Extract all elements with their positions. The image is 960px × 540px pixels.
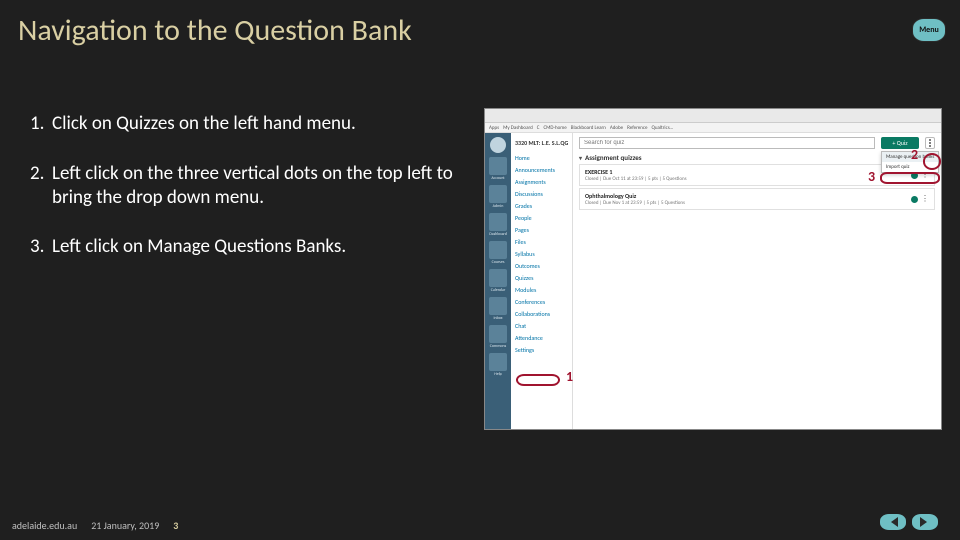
menu-button[interactable]: Menu — [912, 18, 946, 42]
bookmark-item: Apps — [489, 125, 499, 131]
prev-arrow-icon[interactable] — [880, 514, 906, 530]
step-number: 3. — [30, 235, 52, 259]
global-nav-rail: Account Admin Dashboard Courses Calendar… — [485, 133, 511, 429]
rail-label: Account — [491, 177, 504, 181]
quiz-meta: Closed | Due Oct 11 at 23:59 | 5 pts | 5… — [585, 176, 687, 182]
course-nav-item[interactable]: Grades — [515, 201, 568, 211]
course-nav: 3320 MLT: L.E. S.L.QG3 Home Announcement… — [511, 133, 573, 429]
quiz-title: EXERCISE 1 — [585, 168, 687, 176]
kebab-dropdown: Manage question banks Import quiz — [881, 151, 939, 173]
rail-label: Commons — [490, 345, 506, 349]
step-number: 2. — [30, 162, 52, 210]
rail-label: Help — [494, 373, 502, 377]
slide-nav — [880, 514, 938, 530]
step-number: 1. — [30, 112, 52, 136]
dropdown-item[interactable]: Import quiz — [882, 162, 938, 172]
rail-label: Inbox — [494, 317, 503, 321]
rail-icon — [489, 157, 507, 175]
instruction-list: 1. Click on Quizzes on the left hand men… — [30, 112, 470, 285]
quiz-section-title: Assignment quizzes — [585, 153, 642, 162]
bookmark-item: My Dashboard — [503, 125, 533, 131]
rail-label: Dashboard — [489, 233, 507, 237]
slide-footer: adelaide.edu.au 21 January, 2019 3 — [12, 519, 178, 532]
rail-label: Courses — [492, 261, 505, 265]
course-nav-item[interactable]: Home — [515, 153, 568, 163]
rail-icon — [489, 185, 507, 203]
course-nav-item[interactable]: Chat — [515, 321, 568, 331]
course-code: 3320 MLT: L.E. S.L.QG3 — [515, 139, 568, 147]
quiz-meta: Closed | Due Nov 1 at 23:59 | 5 pts | 5 … — [585, 200, 685, 206]
rail-icon — [489, 353, 507, 371]
footer-page-number: 3 — [173, 519, 178, 532]
bookmark-bar: Apps My Dashboard C CMD-home Blackboard … — [485, 123, 941, 133]
instruction-step: 2. Left click on the three vertical dots… — [30, 162, 470, 210]
course-nav-item-quizzes[interactable]: Quizzes — [515, 273, 568, 283]
avatar — [490, 137, 506, 153]
course-nav-item[interactable]: Announcements — [515, 165, 568, 175]
bookmark-item: CMD-home — [543, 125, 566, 131]
course-nav-item[interactable]: Assignments — [515, 177, 568, 187]
bookmark-item: Adobe — [610, 125, 623, 131]
page-title: Navigation to the Question Bank — [18, 12, 412, 49]
course-nav-item[interactable]: Settings — [515, 345, 568, 355]
footer-date: 21 January, 2019 — [91, 519, 159, 532]
course-nav-item[interactable]: Files — [515, 237, 568, 247]
search-input[interactable] — [579, 137, 875, 149]
rail-icon — [489, 297, 507, 315]
course-nav-item[interactable]: People — [515, 213, 568, 223]
quiz-row[interactable]: Ophthalmology Quiz Closed | Due Nov 1 at… — [579, 188, 935, 210]
quizzes-main: + Quiz Manage question banks Import quiz… — [573, 133, 941, 429]
rail-label: Calendar — [491, 289, 505, 293]
bookmark-item: C — [537, 125, 540, 131]
embedded-screenshot: Apps My Dashboard C CMD-home Blackboard … — [484, 108, 942, 430]
dropdown-item-manage-question-banks[interactable]: Manage question banks — [882, 152, 938, 162]
course-nav-item[interactable]: Syllabus — [515, 249, 568, 259]
step-text: Left click on the three vertical dots on… — [52, 162, 470, 210]
course-nav-item[interactable]: Conferences — [515, 297, 568, 307]
kebab-icon[interactable]: ⋮ — [921, 195, 929, 203]
course-nav-item[interactable]: Collaborations — [515, 309, 568, 319]
callout-label: 2 — [911, 146, 918, 163]
browser-chrome — [485, 109, 941, 123]
footer-site: adelaide.edu.au — [12, 519, 77, 532]
course-nav-item[interactable]: Modules — [515, 285, 568, 295]
course-nav-item[interactable]: Pages — [515, 225, 568, 235]
rail-icon — [489, 213, 507, 231]
course-nav-item[interactable]: Outcomes — [515, 261, 568, 271]
kebab-menu-button[interactable] — [925, 137, 935, 149]
next-arrow-icon[interactable] — [912, 514, 938, 530]
instruction-step: 1. Click on Quizzes on the left hand men… — [30, 112, 470, 136]
step-text: Left click on Manage Questions Banks. — [52, 235, 470, 259]
bookmark-item: Qualtrics… — [651, 125, 673, 131]
quiz-title: Ophthalmology Quiz — [585, 192, 685, 200]
rail-label: Admin — [493, 205, 504, 209]
course-nav-item[interactable]: Discussions — [515, 189, 568, 199]
course-nav-item[interactable]: Attendance — [515, 333, 568, 343]
rail-icon — [489, 241, 507, 259]
step-text: Click on Quizzes on the left hand menu. — [52, 112, 470, 136]
rail-icon — [489, 269, 507, 287]
published-icon — [911, 196, 918, 203]
rail-icon — [489, 325, 507, 343]
callout-label: 1 — [566, 368, 573, 385]
bookmark-item: Reference — [627, 125, 647, 131]
instruction-step: 3. Left click on Manage Questions Banks. — [30, 235, 470, 259]
callout-label: 3 — [868, 168, 875, 185]
bookmark-item: Blackboard Learn — [571, 125, 606, 131]
